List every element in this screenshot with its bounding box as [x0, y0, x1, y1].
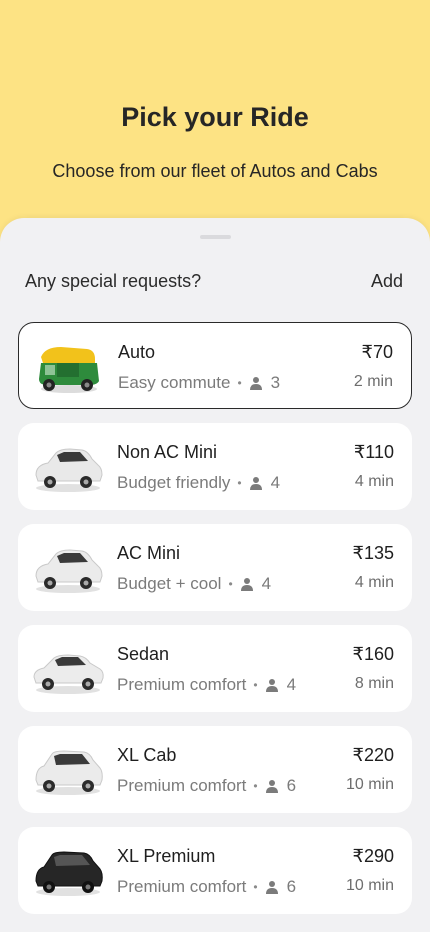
ride-tagline: Budget + cool: [117, 574, 222, 593]
person-icon: [240, 578, 253, 591]
separator-dot: •: [237, 376, 242, 390]
ride-tagline: Premium comfort: [117, 776, 247, 795]
seat-count: 6: [286, 877, 297, 896]
ride-tagline: Premium comfort: [117, 877, 247, 896]
ride-name: AC Mini: [117, 543, 181, 563]
ride-option-ac-mini[interactable]: AC Mini Budget + cool • 4 ₹135 4 min: [18, 524, 412, 611]
ride-tagline: Budget friendly: [117, 473, 231, 492]
separator-dot: •: [253, 678, 258, 692]
separator-dot: •: [253, 880, 258, 894]
ride-price: ₹70: [361, 342, 393, 362]
ride-eta: 2 min: [353, 373, 393, 390]
auto-rickshaw-icon: [39, 347, 99, 393]
ride-name: XL Premium: [117, 846, 216, 866]
ride-price: ₹290: [352, 846, 394, 866]
suv-icon: [35, 750, 103, 795]
ride-tagline: Premium comfort: [117, 675, 247, 694]
seat-count: 6: [286, 776, 297, 795]
ride-option-xl-premium[interactable]: XL Premium Premium comfort • 6 ₹290 10 m…: [18, 827, 412, 914]
separator-dot: •: [237, 476, 242, 490]
hatchback-icon: [35, 448, 103, 492]
ride-name: Sedan: [117, 644, 170, 664]
ride-name: Non AC Mini: [117, 442, 218, 462]
ride-name: XL Cab: [117, 745, 177, 765]
person-icon: [249, 477, 262, 490]
ride-option-xl-cab[interactable]: XL Cab Premium comfort • 6 ₹220 10 min: [18, 726, 412, 813]
ride-name: Auto: [118, 342, 156, 362]
ride-eta: 4 min: [354, 574, 394, 591]
ride-eta: 8 min: [354, 675, 394, 692]
ride-eta: 10 min: [345, 776, 394, 793]
seat-count: 3: [270, 373, 281, 392]
drag-handle[interactable]: [200, 235, 231, 239]
hatchback-icon: [35, 549, 103, 593]
ride-option-sedan[interactable]: Sedan Premium comfort • 4 ₹160 8 min: [18, 625, 412, 712]
suv-icon: [35, 851, 103, 896]
special-requests-label: Any special requests?: [25, 271, 202, 291]
seat-count: 4: [261, 574, 272, 593]
hero-header: Pick your Ride Choose from our fleet of …: [0, 0, 430, 230]
ride-tagline: Easy commute: [118, 373, 231, 392]
person-icon: [265, 780, 278, 793]
seat-count: 4: [270, 473, 281, 492]
ride-price: ₹220: [352, 745, 394, 765]
ride-sheet: Any special requests? Add Auto Easy comm…: [0, 218, 430, 932]
ride-option-non-ac-mini[interactable]: Non AC Mini Budget friendly • 4 ₹110 4 m…: [18, 423, 412, 510]
page-subtitle: Choose from our fleet of Autos and Cabs: [52, 161, 378, 181]
separator-dot: •: [253, 779, 258, 793]
person-icon: [265, 881, 278, 894]
page-title: Pick your Ride: [121, 102, 309, 132]
ride-option-auto[interactable]: Auto Easy commute • 3 ₹70 2 min: [18, 322, 412, 409]
ride-eta: 4 min: [354, 473, 394, 490]
person-icon: [265, 679, 278, 692]
ride-price: ₹135: [352, 543, 394, 563]
add-request-button[interactable]: Add: [371, 271, 403, 292]
ride-price: ₹160: [352, 644, 394, 664]
sedan-icon: [33, 654, 104, 694]
person-icon: [249, 377, 262, 390]
ride-price: ₹110: [353, 442, 394, 462]
separator-dot: •: [228, 577, 233, 591]
ride-eta: 10 min: [345, 877, 394, 894]
seat-count: 4: [286, 675, 297, 694]
